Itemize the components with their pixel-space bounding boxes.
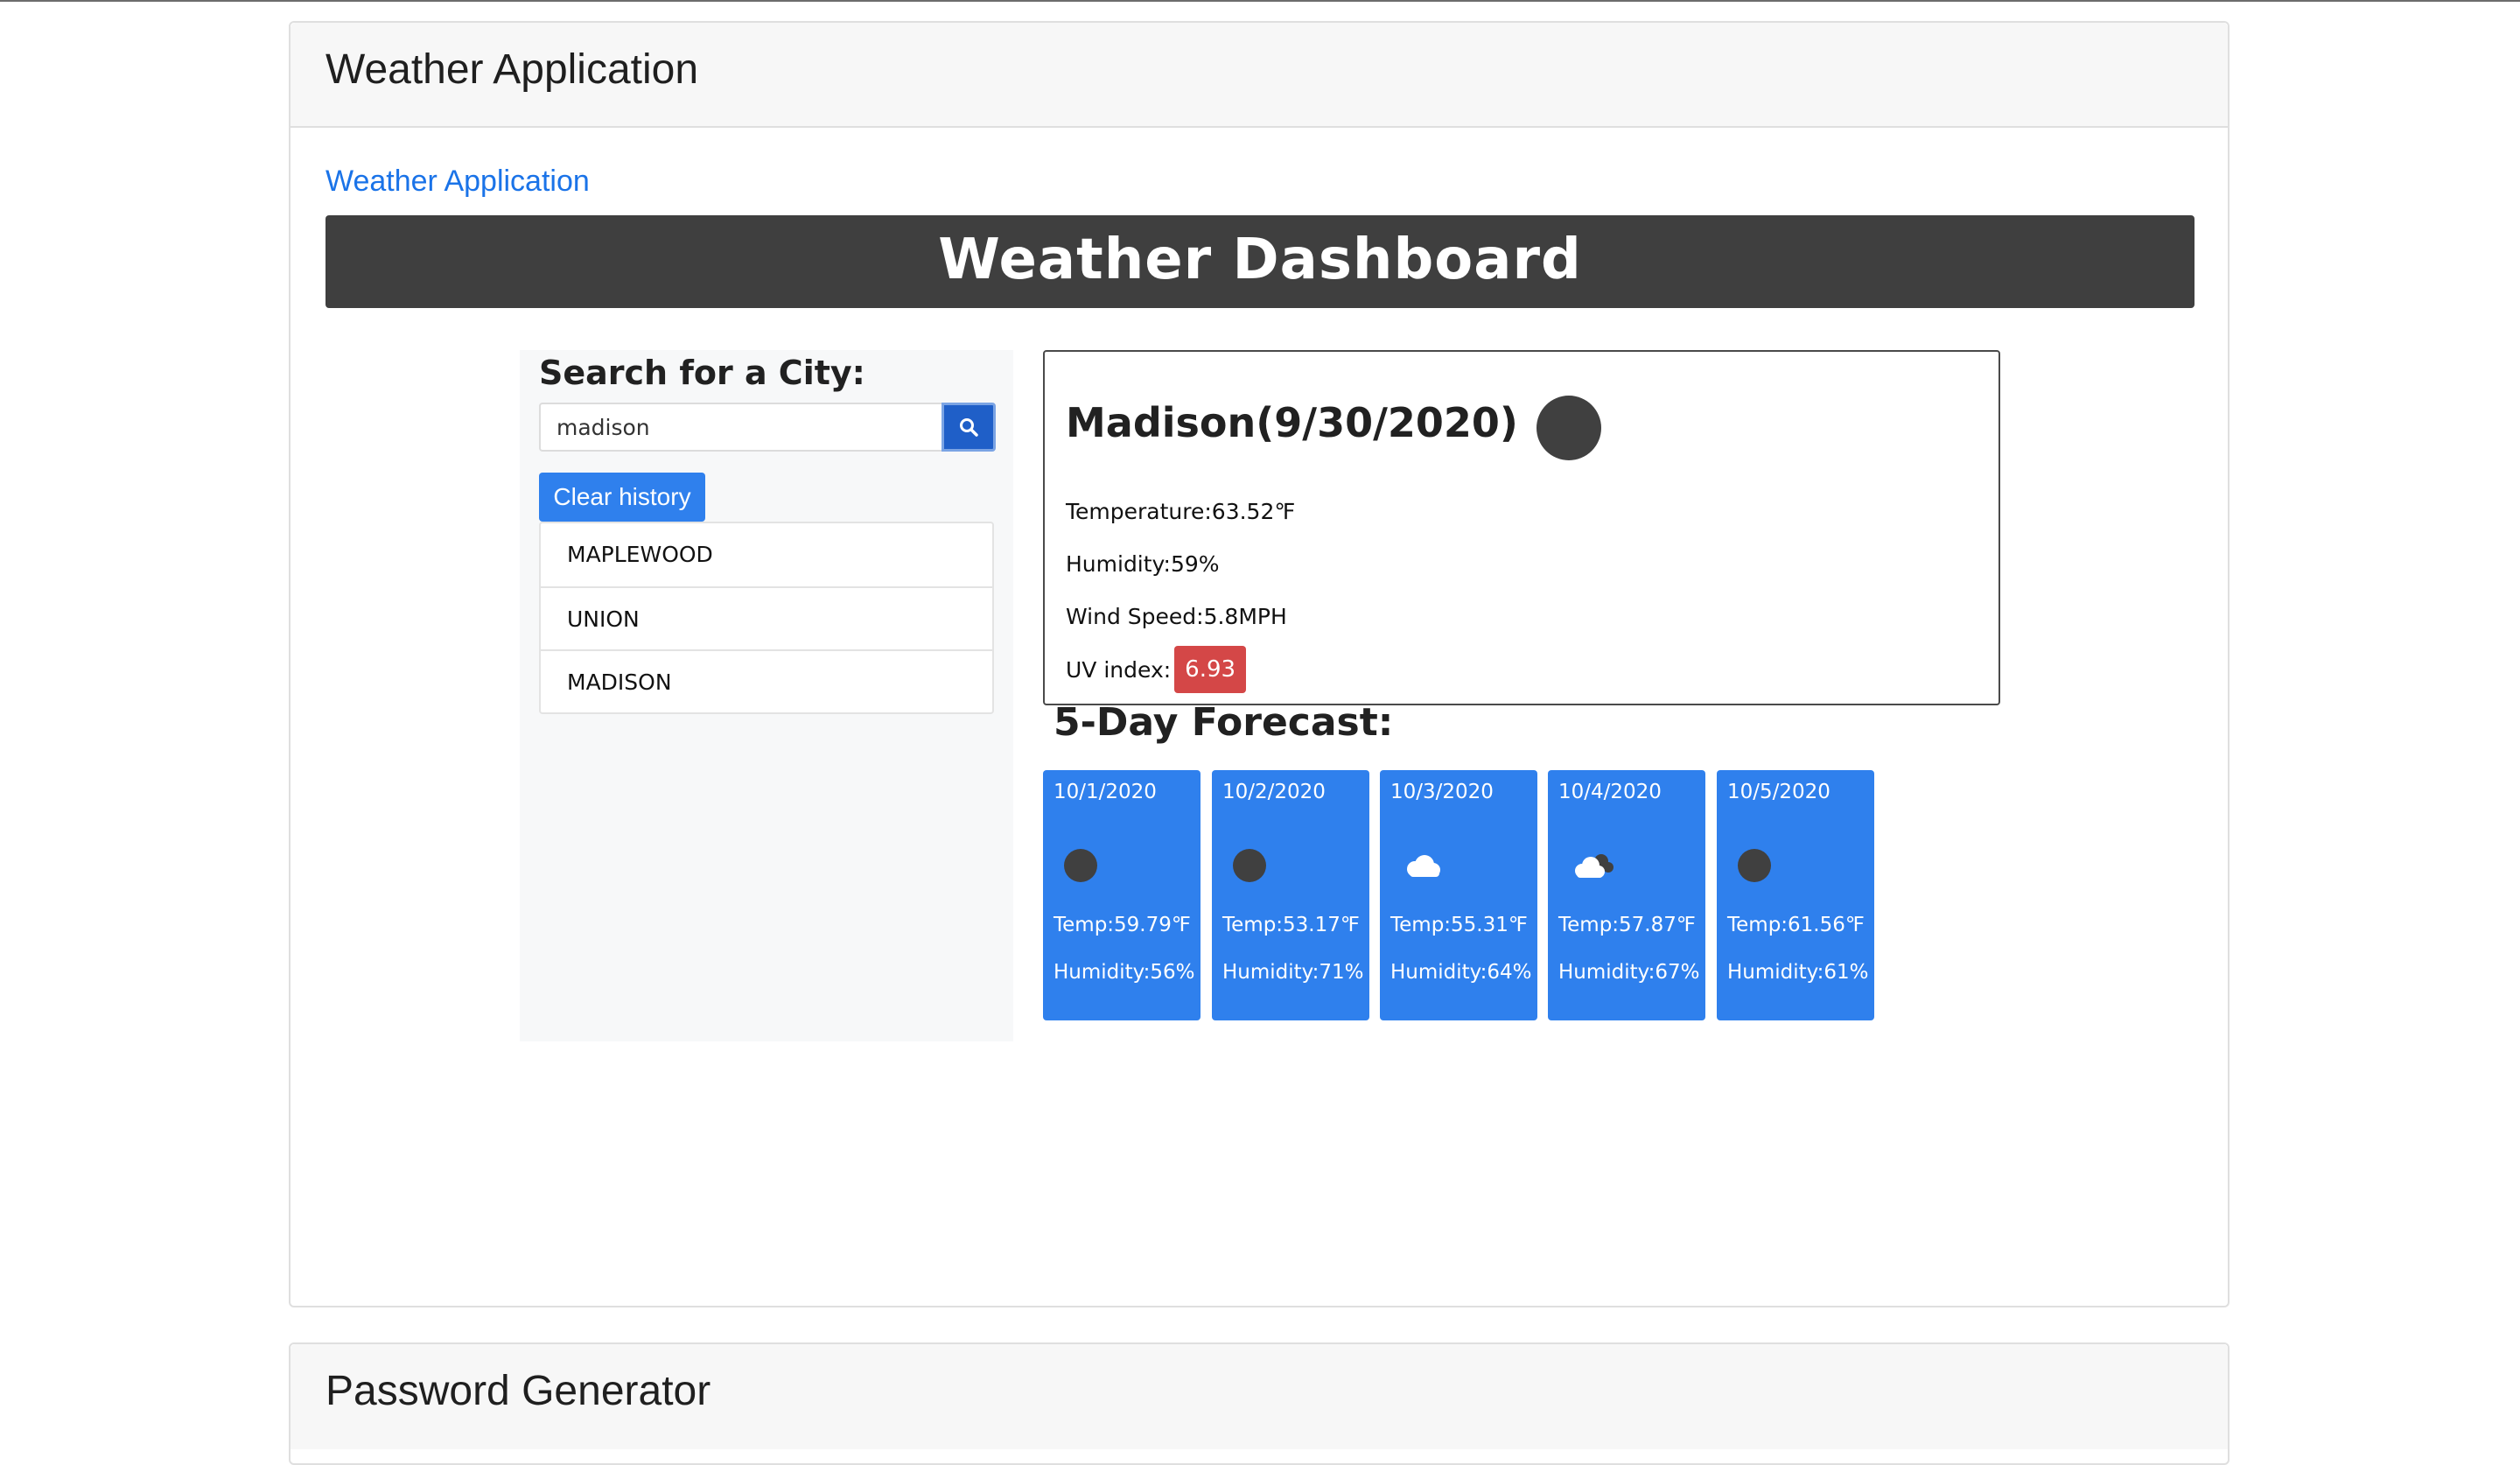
- uv-index-label: UV index:: [1066, 656, 1172, 683]
- search-icon: [960, 418, 978, 437]
- search-button[interactable]: [942, 403, 996, 452]
- forecast-date: 10/2/2020: [1222, 781, 1326, 803]
- forecast-temp: Temp:57.87℉: [1558, 914, 1696, 936]
- city-search-input[interactable]: [539, 403, 942, 452]
- uv-index-badge: 6.93: [1174, 646, 1247, 693]
- forecast-humidity: Humidity:71%: [1222, 961, 1364, 984]
- history-item[interactable]: MAPLEWOOD: [541, 523, 992, 586]
- forecast-humidity: Humidity:56%: [1054, 961, 1195, 984]
- weather-icon: [1233, 844, 1285, 887]
- forecast-humidity: Humidity:61%: [1727, 961, 1869, 984]
- page-title: Weather Dashboard: [938, 228, 1582, 292]
- forecast-temp: Temp:59.79℉: [1054, 914, 1191, 936]
- cloud-icon: [1401, 844, 1453, 887]
- card-header: Weather Application: [290, 23, 2228, 128]
- forecast-temp: Temp:55.31℉: [1390, 914, 1528, 936]
- password-generator-card: Password Generator: [289, 1342, 2230, 1465]
- uv-index-row: UV index: 6.93: [1066, 646, 1247, 693]
- weather-icon: [1738, 844, 1790, 887]
- forecast-card: 10/1/2020 Temp:59.79℉ Humidity:56%: [1043, 770, 1200, 1020]
- city-date-heading: Madison(9/30/2020): [1066, 399, 1518, 446]
- section-title: Password Generator: [326, 1368, 711, 1414]
- card-header: Password Generator: [290, 1344, 2228, 1449]
- forecast-temp: Temp:61.56℉: [1727, 914, 1865, 936]
- search-sidebar: Search for a City: Clear history MAPLEWO…: [520, 350, 1013, 1041]
- forecast-card: 10/2/2020 Temp:53.17℉ Humidity:71%: [1212, 770, 1369, 1020]
- humidity-text: Humidity:59%: [1066, 551, 1220, 577]
- forecast-card: 10/5/2020 Temp:61.56℉ Humidity:61%: [1717, 770, 1874, 1020]
- partly-cloudy-icon: [1569, 844, 1621, 887]
- forecast-humidity: Humidity:67%: [1558, 961, 1700, 984]
- history-item[interactable]: UNION: [541, 586, 992, 649]
- current-weather-panel: Madison(9/30/2020) Temperature:63.52℉ Hu…: [1043, 350, 2000, 705]
- weather-icon: [1536, 396, 1601, 460]
- forecast-humidity: Humidity:64%: [1390, 961, 1532, 984]
- search-history-list: MAPLEWOOD UNION MADISON: [539, 522, 994, 714]
- forecast-date: 10/5/2020: [1727, 781, 1830, 803]
- dashboard-banner: Weather Dashboard: [326, 215, 2194, 308]
- forecast-card: 10/3/2020 Temp:55.31℉ Humidity:64%: [1380, 770, 1537, 1020]
- forecast-heading: 5-Day Forecast:: [1054, 700, 1394, 745]
- weather-application-link[interactable]: Weather Application: [326, 165, 590, 199]
- clear-history-button[interactable]: Clear history: [539, 473, 705, 522]
- forecast-date: 10/3/2020: [1390, 781, 1494, 803]
- forecast-card: 10/4/2020 Temp:57.87℉ Humidity:67%: [1548, 770, 1705, 1020]
- weather-icon: [1064, 844, 1116, 887]
- window-top-border: [0, 0, 2520, 2]
- forecast-temp: Temp:53.17℉: [1222, 914, 1360, 936]
- forecast-date: 10/1/2020: [1054, 781, 1157, 803]
- history-item[interactable]: MADISON: [541, 649, 992, 712]
- search-label: Search for a City:: [539, 354, 865, 392]
- temperature-text: Temperature:63.52℉: [1066, 499, 1296, 524]
- forecast-date: 10/4/2020: [1558, 781, 1662, 803]
- section-title: Weather Application: [326, 46, 699, 93]
- wind-speed-text: Wind Speed:5.8MPH: [1066, 604, 1287, 629]
